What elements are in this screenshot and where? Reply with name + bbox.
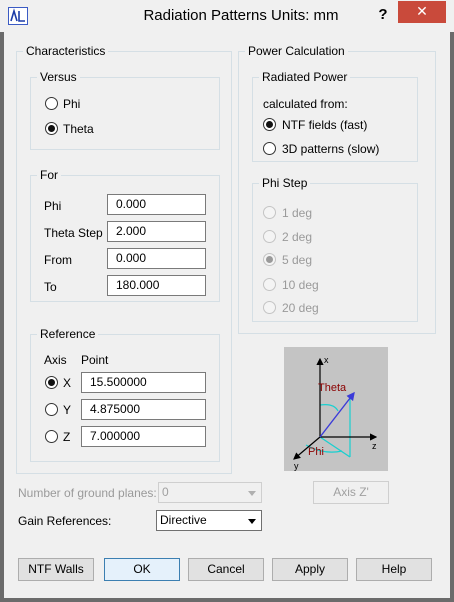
ground-planes-label: Number of ground planes: xyxy=(18,486,157,500)
z-axis-label: z xyxy=(372,441,377,451)
chevron-down-icon xyxy=(248,491,256,496)
reference-legend: Reference xyxy=(40,327,96,341)
theta-arc xyxy=(319,404,339,412)
phi-step-20-label[interactable]: 20 deg xyxy=(282,301,319,315)
axis-z-button[interactable]: Axis Z' xyxy=(313,481,389,504)
ok-button[interactable]: OK xyxy=(104,558,180,581)
axis-header: Axis xyxy=(44,353,67,367)
theta-step-input[interactable]: 2.000 xyxy=(107,221,206,242)
y-axis-label: y xyxy=(294,461,299,471)
apply-button[interactable]: Apply xyxy=(272,558,348,581)
power-calculation-legend: Power Calculation xyxy=(248,44,345,58)
reference-y-radio[interactable] xyxy=(45,403,58,416)
gain-references-select[interactable]: Directive xyxy=(156,510,262,531)
dialog-window: Radiation Patterns Units: mm ? ✕ Charact… xyxy=(0,0,454,602)
ntf-fields-label[interactable]: NTF fields (fast) xyxy=(282,118,367,132)
phi-step-5-radio[interactable] xyxy=(263,253,276,266)
projection-line xyxy=(319,436,351,458)
ntf-walls-button[interactable]: NTF Walls xyxy=(18,558,94,581)
close-button[interactable]: ✕ xyxy=(398,1,446,23)
reference-y-label[interactable]: Y xyxy=(63,403,71,417)
radiated-power-legend: Radiated Power xyxy=(262,70,348,84)
axes-svg: x y z Theta Phi xyxy=(293,355,378,471)
title-help-button[interactable]: ? xyxy=(372,4,394,26)
point-header: Point xyxy=(81,353,109,367)
reference-z-label[interactable]: Z xyxy=(63,430,70,444)
reference-x-radio[interactable] xyxy=(45,376,58,389)
theta-label: Theta xyxy=(318,382,347,394)
from-label: From xyxy=(44,253,72,267)
chevron-down-icon xyxy=(248,519,256,524)
phi-step-10-label[interactable]: 10 deg xyxy=(282,278,319,292)
for-phi-input[interactable]: 0.000 xyxy=(107,194,206,215)
gain-references-value: Directive xyxy=(160,513,207,527)
to-label: To xyxy=(44,280,57,294)
coordinate-axes-diagram: x y z Theta Phi xyxy=(284,347,388,471)
phi-step-2-radio[interactable] xyxy=(263,230,276,243)
from-input[interactable]: 0.000 xyxy=(107,248,206,269)
phi-step-1-label[interactable]: 1 deg xyxy=(282,206,312,220)
ground-planes-value: 0 xyxy=(162,485,169,499)
versus-theta-label[interactable]: Theta xyxy=(63,122,94,136)
reference-x-input[interactable]: 15.500000 xyxy=(81,372,206,393)
versus-phi-radio[interactable] xyxy=(45,97,58,110)
3d-patterns-label[interactable]: 3D patterns (slow) xyxy=(282,142,379,156)
versus-legend: Versus xyxy=(40,70,77,84)
x-axis-label: x xyxy=(324,355,329,365)
dialog-body: Characteristics Versus Phi Theta For Phi… xyxy=(4,32,450,598)
title-bar: Radiation Patterns Units: mm ? ✕ xyxy=(0,0,454,32)
phi-step-legend: Phi Step xyxy=(262,176,308,190)
phi-step-2-label[interactable]: 2 deg xyxy=(282,230,312,244)
reference-y-input[interactable]: 4.875000 xyxy=(81,399,206,420)
theta-step-label: Theta Step xyxy=(44,226,103,240)
reference-z-radio[interactable] xyxy=(45,430,58,443)
characteristics-legend: Characteristics xyxy=(26,44,106,58)
ntf-fields-radio[interactable] xyxy=(263,118,276,131)
phi-step-1-radio[interactable] xyxy=(263,206,276,219)
cancel-button[interactable]: Cancel xyxy=(188,558,264,581)
direction-vector xyxy=(319,391,355,438)
phi-step-10-radio[interactable] xyxy=(263,278,276,291)
phi-step-5-label[interactable]: 5 deg xyxy=(282,253,312,267)
phi-label: Phi xyxy=(308,446,324,458)
phi-step-group: Phi Step xyxy=(252,176,418,322)
for-legend: For xyxy=(40,168,58,182)
reference-z-input[interactable]: 7.000000 xyxy=(81,426,206,447)
ground-planes-select[interactable]: 0 xyxy=(158,482,262,503)
gain-references-label: Gain References: xyxy=(18,514,112,528)
reference-x-label[interactable]: X xyxy=(63,376,71,390)
help-button[interactable]: Help xyxy=(356,558,432,581)
versus-group: Versus xyxy=(30,70,220,150)
versus-theta-radio[interactable] xyxy=(45,122,58,135)
phi-step-20-radio[interactable] xyxy=(263,301,276,314)
versus-phi-label[interactable]: Phi xyxy=(63,97,80,111)
calculated-from-label: calculated from: xyxy=(263,97,348,111)
for-phi-label: Phi xyxy=(44,199,62,213)
to-input[interactable]: 180.000 xyxy=(107,275,206,296)
3d-patterns-radio[interactable] xyxy=(263,142,276,155)
